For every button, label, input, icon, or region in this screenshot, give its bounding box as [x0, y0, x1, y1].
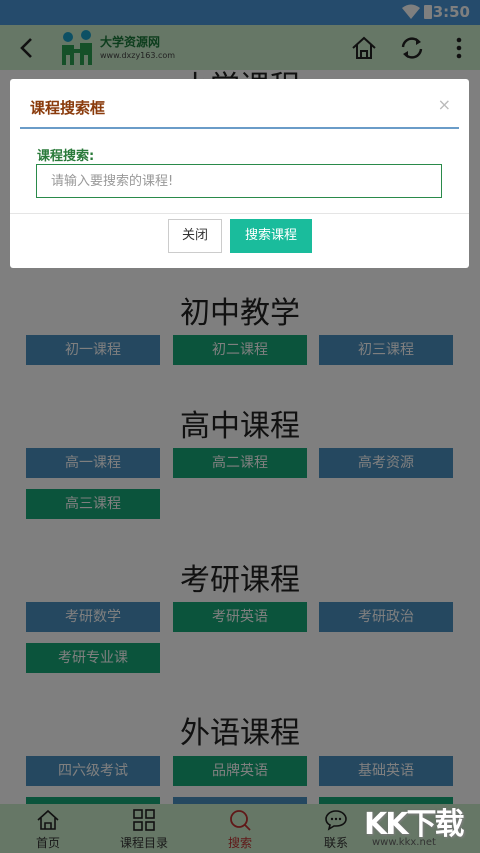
title-divider — [20, 127, 459, 129]
search-dialog: 课程搜索框 × 课程搜索: 关闭 搜索课程 — [10, 79, 469, 268]
close-icon[interactable]: × — [438, 95, 451, 114]
search-courses-button[interactable]: 搜索课程 — [230, 219, 312, 253]
dialog-title: 课程搜索框 — [30, 99, 106, 117]
watermark-logo: KK下载 www.kkx.net — [360, 805, 480, 853]
footer-divider — [10, 213, 469, 214]
watermark-url: www.kkx.net — [372, 837, 436, 848]
close-button[interactable]: 关闭 — [168, 219, 222, 253]
search-input[interactable] — [36, 164, 442, 198]
search-field-label: 课程搜索: — [37, 149, 95, 164]
